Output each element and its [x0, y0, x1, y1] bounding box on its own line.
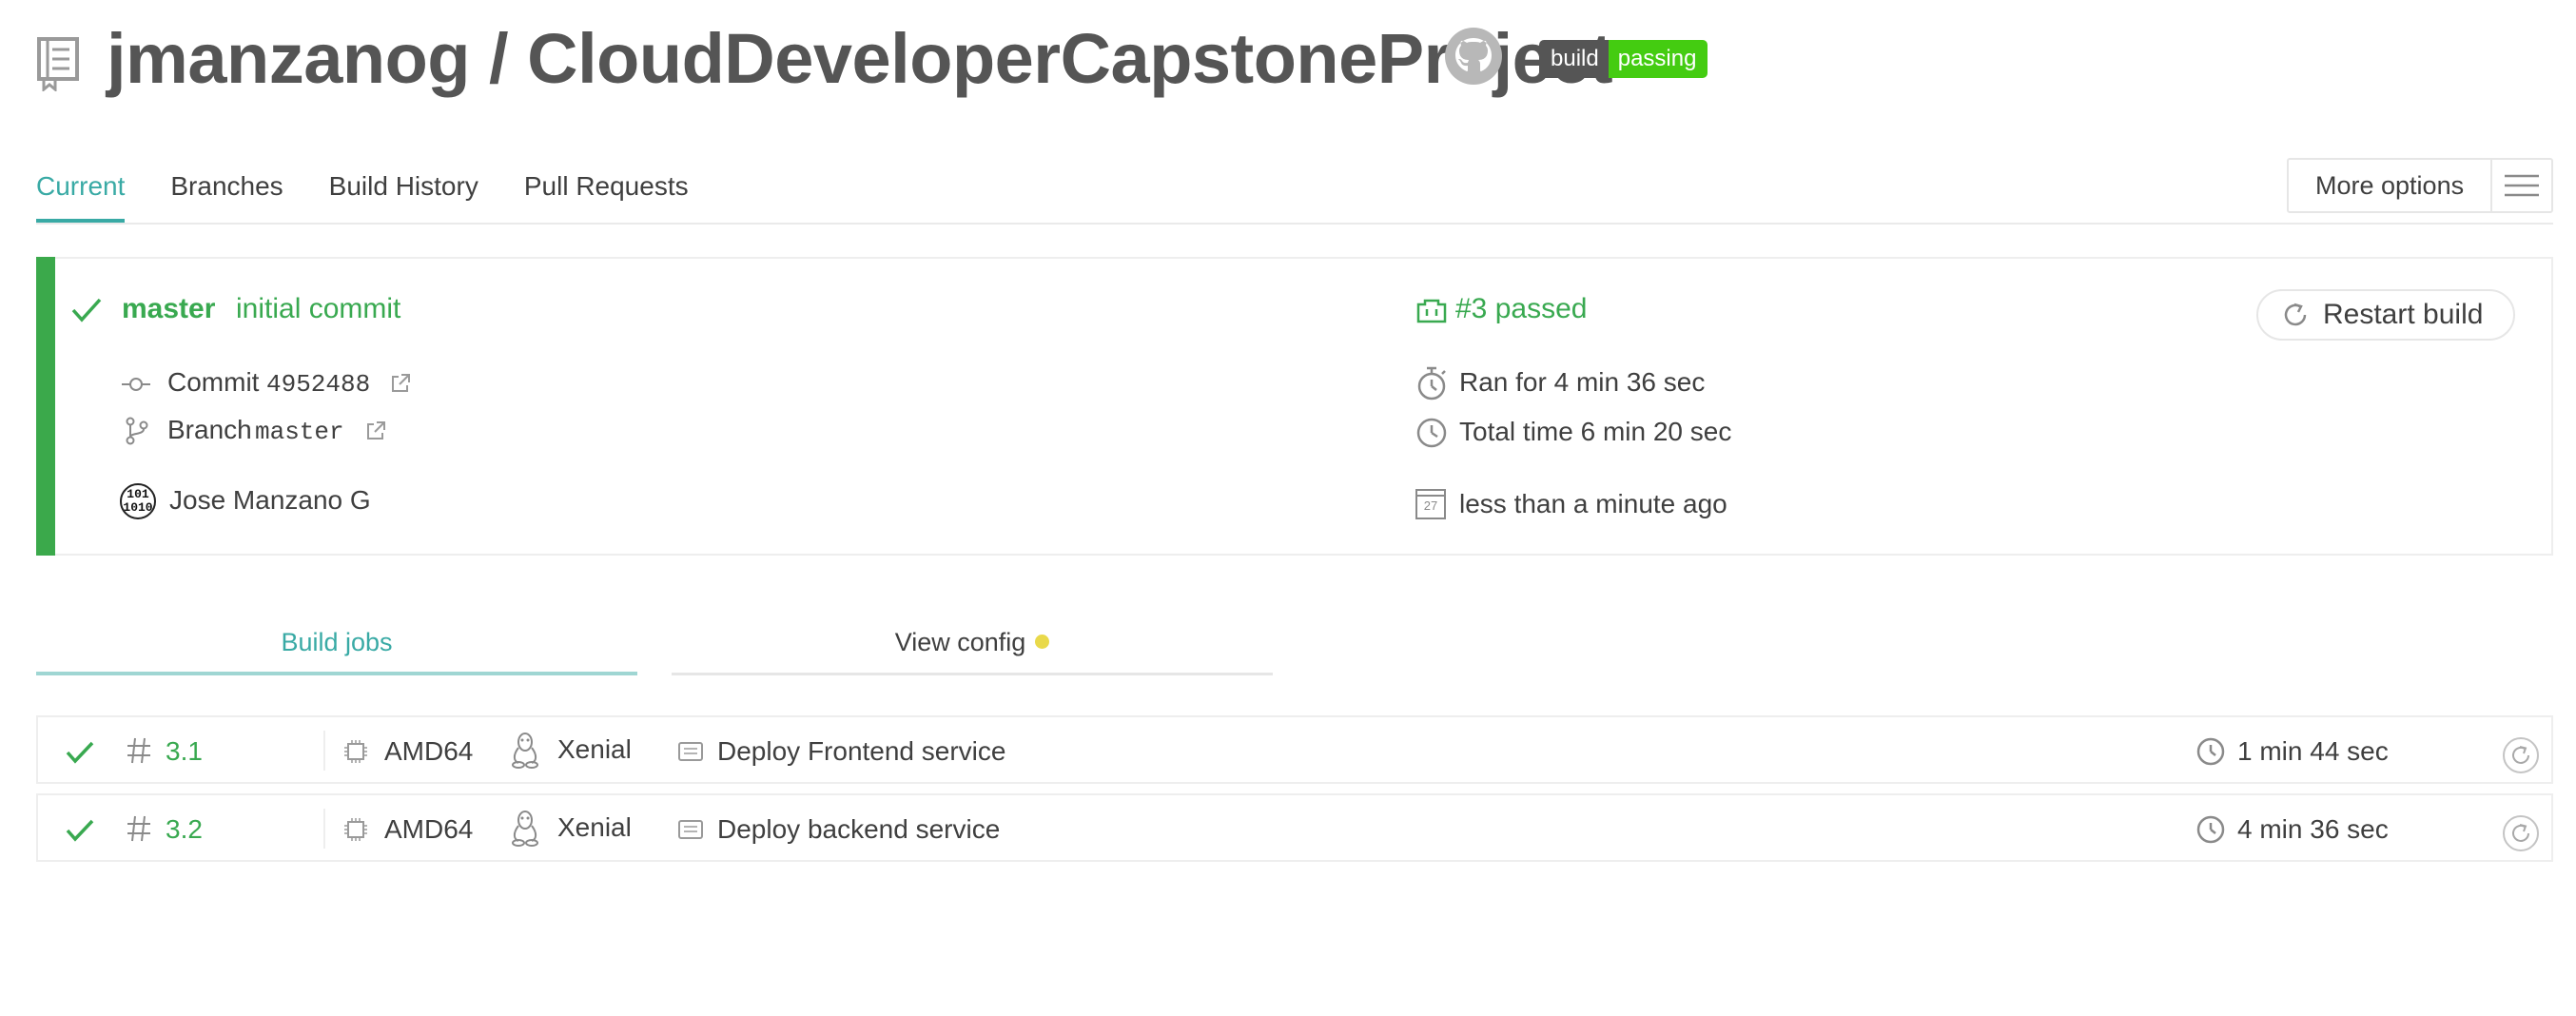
calendar-day: 27: [1423, 498, 1438, 513]
branch-icon: [126, 417, 148, 445]
check-icon: [65, 818, 95, 843]
job-config-icon: [677, 819, 704, 840]
hash-icon: [126, 736, 152, 765]
commit-icon: [122, 377, 150, 392]
commit-label: Commit: [167, 367, 260, 397]
restart-icon[interactable]: [2502, 814, 2540, 852]
clock-icon: [1415, 417, 1448, 449]
build-icon: [1415, 299, 1448, 323]
build-branch-link[interactable]: master: [122, 293, 215, 325]
total-time: Total time 6 min 20 sec: [1459, 417, 1732, 446]
avatar-text-bottom: 1010: [123, 500, 153, 515]
linux-icon: [510, 731, 540, 769]
tab-branches[interactable]: Branches: [170, 171, 283, 223]
restart-build-button[interactable]: Restart build: [2256, 289, 2515, 341]
repo-owner-link[interactable]: jmanzanog: [107, 19, 470, 98]
restart-build-label: Restart build: [2323, 299, 2484, 330]
badge-status: passing: [1608, 40, 1708, 78]
config-status-dot: [1035, 635, 1050, 650]
job-row[interactable]: 3.2 AMD64 Xenial Deploy backend service …: [36, 793, 2553, 862]
repo-icon: [36, 36, 84, 91]
build-status-bar: [36, 257, 55, 556]
external-link-icon[interactable]: [365, 420, 386, 441]
check-icon: [70, 297, 103, 323]
job-os: Xenial: [557, 812, 632, 842]
job-name: Deploy Frontend service: [717, 736, 1006, 766]
job-arch: AMD64: [384, 814, 474, 844]
calendar-icon: 27: [1415, 489, 1446, 519]
author-name: Jose Manzano G: [169, 485, 371, 515]
job-row-divider: [323, 731, 325, 771]
repo-separator: /: [489, 19, 509, 98]
linux-icon: [510, 809, 540, 847]
commit-hash-link[interactable]: 4952488: [266, 370, 370, 399]
tabs-divider: [36, 223, 2553, 225]
commit-message: initial commit: [236, 293, 401, 324]
page-title: jmanzanog / CloudDeveloperCapstoneProjec…: [107, 11, 1613, 107]
job-duration: 1 min 44 sec: [2237, 736, 2389, 766]
finished-time: less than a minute ago: [1459, 489, 1727, 518]
more-options-button[interactable]: More options: [2287, 158, 2553, 213]
tab-pull-requests[interactable]: Pull Requests: [524, 171, 689, 223]
restart-icon[interactable]: [2502, 736, 2540, 774]
badge-label: build: [1539, 40, 1609, 78]
ran-for-duration: Ran for 4 min 36 sec: [1459, 367, 1706, 397]
build-summary-card: master initial commit Commit 4952488 Bra…: [36, 257, 2553, 556]
job-os: Xenial: [557, 734, 632, 764]
tab-view-config-label: View config: [894, 628, 1026, 656]
tab-build-jobs[interactable]: Build jobs: [36, 609, 637, 675]
repo-tabs: Current Branches Build History Pull Requ…: [36, 171, 734, 223]
avatar-text-top: 101: [127, 487, 149, 501]
branch-label: Branch: [167, 415, 252, 444]
stopwatch-icon: [1415, 365, 1448, 401]
cpu-icon: [342, 816, 369, 843]
tab-build-jobs-label: Build jobs: [281, 628, 393, 656]
check-icon: [65, 740, 95, 765]
branch-name-link[interactable]: master: [255, 418, 344, 446]
clock-icon: [2195, 814, 2226, 845]
job-arch: AMD64: [384, 736, 474, 766]
avatar: 101 1010: [120, 483, 156, 519]
tab-build-history[interactable]: Build History: [329, 171, 478, 223]
clock-icon: [2195, 736, 2226, 767]
external-link-icon[interactable]: [390, 373, 411, 394]
build-number-status[interactable]: #3 passed: [1455, 293, 1587, 325]
restart-icon: [2281, 301, 2310, 329]
hash-icon: [126, 814, 152, 843]
job-name: Deploy backend service: [717, 814, 1001, 844]
job-row-divider: [323, 809, 325, 849]
cpu-icon: [342, 738, 369, 765]
tab-view-config[interactable]: View config: [672, 609, 1273, 675]
job-config-icon: [677, 741, 704, 762]
job-row[interactable]: 3.1 AMD64 Xenial Deploy Frontend service…: [36, 715, 2553, 784]
build-status-badge[interactable]: build passing: [1539, 40, 1708, 78]
job-number-link[interactable]: 3.1: [166, 736, 203, 767]
job-number-link[interactable]: 3.2: [166, 814, 203, 845]
more-options-label: More options: [2289, 160, 2493, 211]
job-duration: 4 min 36 sec: [2237, 814, 2389, 844]
tab-current[interactable]: Current: [36, 171, 126, 223]
github-icon[interactable]: [1444, 27, 1503, 86]
hamburger-icon[interactable]: [2492, 160, 2551, 211]
